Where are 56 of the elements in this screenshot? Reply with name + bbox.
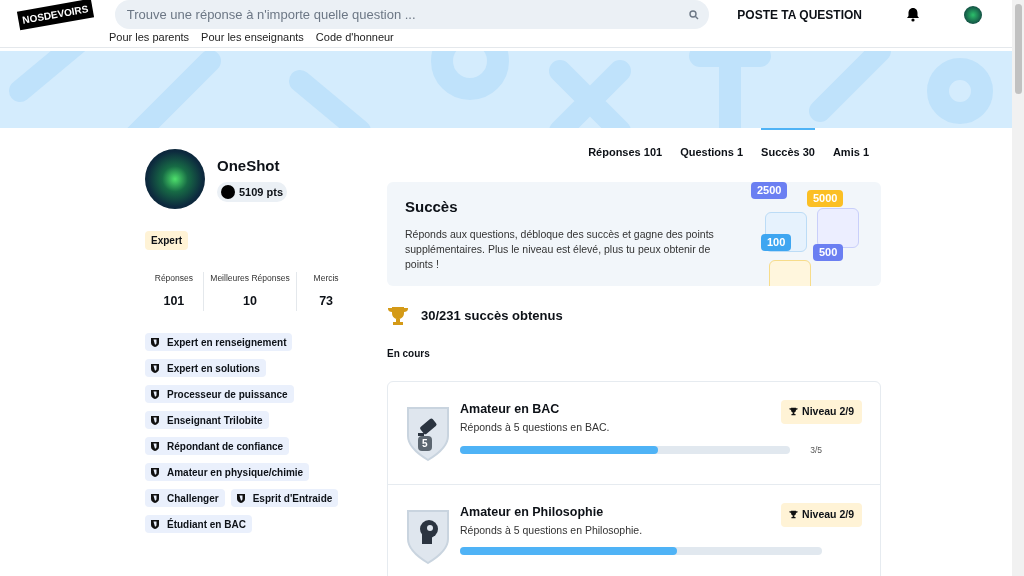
level-tag: Niveau 2/9 [781, 503, 862, 527]
shield-icon [151, 415, 159, 425]
nav-link[interactable]: Pour les parents [109, 29, 190, 46]
nav-link[interactable]: Pour les enseignants [201, 29, 304, 46]
shield-icon [151, 519, 159, 529]
stat-label: Mercis [313, 271, 339, 285]
rank-tag: Expert [145, 230, 189, 250]
rewards-illustration: 2500 5000 100 500 [751, 182, 871, 286]
bell-icon[interactable] [906, 7, 920, 22]
stat-label: Réponses [154, 271, 194, 285]
shield-icon [151, 441, 159, 451]
achievement-description: Réponds à 5 questions en BAC. [460, 419, 611, 435]
level-tag: Niveau 2/9 [781, 400, 862, 424]
achievement-description: Réponds à 5 questions en Philosophie. [460, 522, 644, 538]
stat-value: 101 [163, 293, 185, 311]
shield-icon [151, 467, 159, 477]
trophy-icon [789, 510, 799, 520]
user-avatar[interactable] [964, 5, 982, 24]
achievement-tag[interactable]: Étudiant en BAC [145, 515, 252, 533]
trophy-icon [387, 306, 409, 326]
nav-link[interactable]: Code d'honneur [315, 29, 394, 46]
user-name: OneShot [217, 156, 281, 176]
profile-tab[interactable]: Amis 1 [832, 127, 869, 162]
ask-question-button[interactable]: POSTE TA QUESTION [737, 5, 862, 24]
section-heading: En cours [387, 347, 431, 361]
achievements-count: 30/231 succès obtenus [421, 307, 563, 326]
achievement-title: Amateur en Philosophie [460, 504, 604, 521]
profile-tab[interactable]: Questions 1 [680, 127, 744, 162]
card-title: Succès [405, 197, 459, 218]
achievement-tag[interactable]: Répondant de confiance [145, 437, 290, 455]
profile-tab[interactable]: Succès 30 [761, 127, 815, 162]
card-description: Réponds aux questions, débloque des succès et gagne des points supplémentaires. Plus le niveau est élevé, plus tu peux obtenir de points ! [405, 226, 715, 272]
achievement-tag[interactable]: Amateur en physique/chimie [145, 463, 310, 481]
shield-icon [151, 363, 159, 373]
shield-icon [151, 389, 159, 399]
achievement-tag[interactable]: Esprit d'Entraide [230, 489, 339, 507]
shield-icon [236, 493, 245, 503]
scrollbar[interactable] [1012, 0, 1024, 576]
achievement-title: Amateur en BAC [460, 401, 560, 418]
achievement-tag[interactable]: Enseignant Trilobite [145, 411, 269, 429]
trophy-icon [789, 407, 799, 417]
stat-value: 73 [319, 293, 334, 311]
progress-reading: 3/5 [810, 443, 822, 457]
level-number: 5 [418, 436, 432, 451]
shield-icon [151, 337, 159, 347]
profile-tab[interactable]: Réponses 101 [588, 127, 663, 162]
achievement-tag[interactable]: Expert en renseignement [145, 333, 293, 351]
search-field[interactable]: Trouve une réponse à n'importe quelle question ... [114, 0, 710, 29]
achievement-tag[interactable]: Processeur de puissance [145, 385, 294, 403]
points-pill: 5109 pts [217, 181, 288, 202]
stat-label: Meilleures Réponses [210, 271, 290, 285]
stat-value: 10 [243, 293, 257, 311]
shield-icon [151, 493, 159, 503]
achievement-tag[interactable]: Expert en solutions [145, 359, 266, 377]
search-icon[interactable] [689, 10, 700, 20]
achievement-tag[interactable]: Challenger [145, 489, 225, 507]
